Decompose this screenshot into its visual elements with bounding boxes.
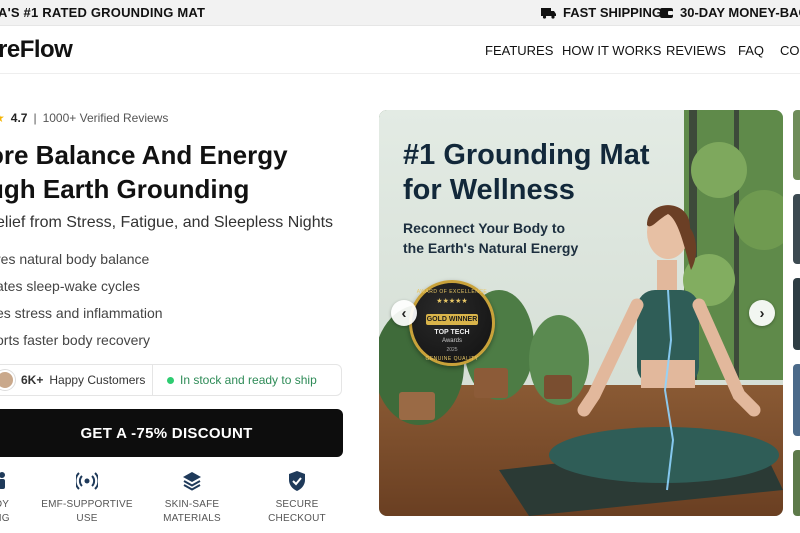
thumbnail[interactable] bbox=[793, 450, 800, 516]
moneyback-label: 30-DAY MONEY-BACK bbox=[680, 5, 800, 20]
badge-year: 2025 bbox=[446, 347, 458, 353]
feature-emf: EMF-SUPPORTIVE USE bbox=[37, 470, 137, 526]
rating-reviews: 1000+ Verified Reviews bbox=[42, 111, 169, 125]
image-title: #1 Grounding Mat for Wellness bbox=[403, 138, 650, 208]
logo[interactable]: reFlow bbox=[0, 36, 73, 64]
hero-headline: ore Balance And Energy ugh Earth Groundi… bbox=[0, 138, 288, 206]
image-title-line-2: for Wellness bbox=[403, 174, 575, 206]
happy-customers: 6K+ Happy Customers bbox=[0, 365, 153, 395]
badge-top-text: AWARD OF EXCELLENCE bbox=[416, 289, 488, 295]
carousel-next-button[interactable]: › bbox=[749, 300, 775, 326]
signal-icon bbox=[76, 472, 98, 490]
feature-line-1: EMF-SUPPORTIVE bbox=[41, 499, 133, 510]
wallet-icon bbox=[660, 7, 673, 18]
nav-faq[interactable]: FAQ bbox=[738, 43, 780, 58]
benefit-item: res natural body balance bbox=[0, 251, 150, 267]
star-icon: ★ bbox=[0, 111, 5, 125]
avatar bbox=[0, 370, 15, 390]
chevron-left-icon: ‹ bbox=[401, 304, 407, 322]
badge-gold-label: GOLD WINNER bbox=[426, 314, 478, 325]
stock-dot-icon bbox=[167, 376, 174, 384]
body-icon bbox=[0, 472, 5, 489]
rating-score: 4.7 bbox=[10, 111, 28, 125]
feature-skin-safe: SKIN-SAFE MATERIALS bbox=[142, 470, 242, 526]
shipping-label: FAST SHIPPING bbox=[563, 5, 662, 20]
thumbnail[interactable] bbox=[793, 364, 800, 436]
site-header: reFlow FEATURES HOW IT WORKS REVIEWS FAQ… bbox=[0, 26, 800, 74]
badge-subtitle: Awards bbox=[442, 338, 462, 344]
rating-separator: | bbox=[33, 111, 37, 125]
image-subtitle-line-2: the Earth's Natural Energy bbox=[403, 240, 579, 256]
image-subtitle: Reconnect Your Body to the Earth's Natur… bbox=[403, 218, 578, 258]
product-image-carousel[interactable]: #1 Grounding Mat for Wellness Reconnect … bbox=[379, 110, 783, 516]
image-subtitle-line-1: Reconnect Your Body to bbox=[403, 220, 566, 236]
badge-title: TOP TECH bbox=[434, 329, 470, 336]
discount-cta-button[interactable]: GET A -75% DISCOUNT bbox=[0, 409, 343, 457]
benefits-list: res natural body balance ates sleep-wake… bbox=[0, 250, 163, 358]
badge-bottom-text: GENUINE QUALITY bbox=[425, 356, 479, 362]
feature-line-2: CHECKOUT bbox=[268, 513, 326, 524]
benefit-item: es stress and inflammation bbox=[0, 305, 163, 321]
image-title-line-1: #1 Grounding Mat bbox=[403, 139, 650, 171]
customers-count: 6K+ bbox=[21, 373, 44, 387]
promo-text: A'S #1 RATED GROUNDING MAT bbox=[0, 5, 206, 20]
customers-label: Happy Customers bbox=[49, 373, 146, 387]
money-back: 30-DAY MONEY-BACK bbox=[660, 5, 800, 20]
fast-shipping: FAST SHIPPING bbox=[541, 5, 662, 20]
badge-stars: ★★★★★ bbox=[436, 298, 468, 305]
gold-winner-award-badge: AWARD OF EXCELLENCE ★★★★★ GOLD WINNER TO… bbox=[409, 280, 495, 366]
carousel-prev-button[interactable]: ‹ bbox=[391, 300, 417, 326]
layers-icon bbox=[183, 472, 201, 491]
feature-secure: SECURE CHECKOUT bbox=[247, 470, 347, 526]
nav-features[interactable]: FEATURES bbox=[485, 43, 562, 58]
thumbnail[interactable] bbox=[793, 278, 800, 350]
feature-line-1: SKIN-SAFE bbox=[164, 499, 220, 510]
nav-how-it-works[interactable]: HOW IT WORKS bbox=[562, 43, 666, 58]
main-nav: FEATURES HOW IT WORKS REVIEWS FAQ CON bbox=[485, 43, 800, 58]
trust-box: 6K+ Happy Customers In stock and ready t… bbox=[0, 364, 342, 396]
feature-line-2: MATERIALS bbox=[163, 513, 221, 524]
feature-line-1: SECURE bbox=[275, 499, 319, 510]
feature-line-2: USE bbox=[76, 513, 98, 524]
thumbnail[interactable] bbox=[793, 194, 800, 264]
benefit-item: orts faster body recovery bbox=[0, 332, 151, 348]
shield-check-icon bbox=[289, 471, 305, 491]
thumbnail[interactable] bbox=[793, 110, 800, 180]
hero-subheadline: elief from Stress, Fatigue, and Sleeples… bbox=[0, 214, 334, 231]
headline-line-1: ore Balance And Energy bbox=[0, 140, 288, 170]
stock-label: In stock and ready to ship bbox=[180, 373, 317, 387]
announcement-bar: A'S #1 RATED GROUNDING MAT FAST SHIPPING… bbox=[0, 0, 800, 26]
headline-line-2: ugh Earth Grounding bbox=[0, 174, 250, 204]
nav-reviews[interactable]: REVIEWS bbox=[666, 43, 738, 58]
chevron-right-icon: › bbox=[759, 304, 765, 322]
truck-icon bbox=[541, 7, 556, 19]
nav-contact[interactable]: CON bbox=[780, 43, 800, 58]
rating-row: ★ 4.7 | 1000+ Verified Reviews bbox=[0, 111, 168, 125]
benefit-item: ates sleep-wake cycles bbox=[0, 278, 140, 294]
stock-status: In stock and ready to ship bbox=[153, 373, 317, 387]
